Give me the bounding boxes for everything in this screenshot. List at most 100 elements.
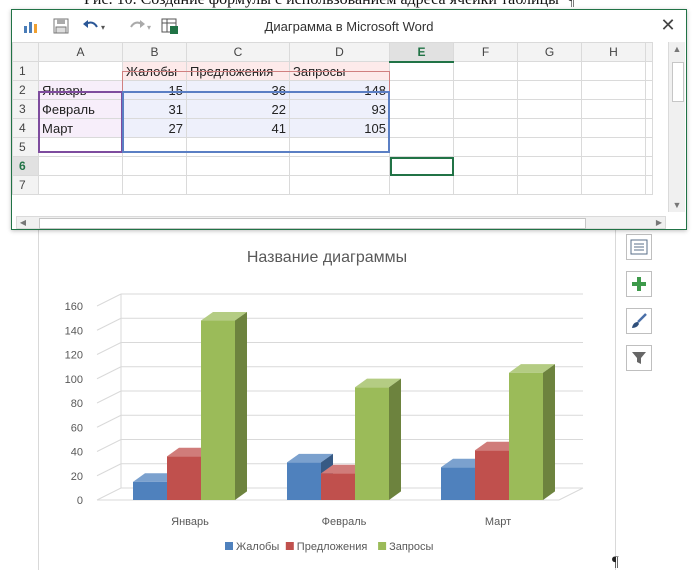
- cell-h1[interactable]: [581, 61, 646, 81]
- cell-b2[interactable]: 15: [122, 80, 187, 100]
- cell-c4[interactable]: 41: [186, 118, 290, 138]
- column-header-g[interactable]: G: [517, 42, 582, 62]
- scroll-up-icon[interactable]: ▲: [669, 42, 685, 56]
- cell-e3[interactable]: [389, 99, 454, 119]
- cell-g4[interactable]: [517, 118, 582, 138]
- bar-front: [355, 387, 389, 500]
- spreadsheet-grid[interactable]: ABCDEFGH 1 Жалобы Предложения Запросы 2 Январ…: [12, 42, 668, 212]
- cell-c1[interactable]: Предложения: [186, 61, 290, 81]
- chart-filters-button[interactable]: [626, 345, 652, 371]
- cell-overflow[interactable]: [645, 118, 653, 138]
- layout-options-button[interactable]: [626, 234, 652, 260]
- row-header[interactable]: 6: [12, 156, 39, 176]
- cell-h6[interactable]: [581, 156, 646, 176]
- cell-overflow[interactable]: [645, 156, 653, 176]
- cell-g5[interactable]: [517, 137, 582, 157]
- cell-a4[interactable]: Март: [38, 118, 123, 138]
- cell-c2[interactable]: 36: [186, 80, 290, 100]
- cell-c7[interactable]: [186, 175, 290, 195]
- cell-a3[interactable]: Февраль: [38, 99, 123, 119]
- cell-b4[interactable]: 27: [122, 118, 187, 138]
- column-header-a[interactable]: A: [38, 42, 123, 62]
- cell-g6[interactable]: [517, 156, 582, 176]
- scroll-down-icon[interactable]: ▼: [669, 198, 685, 212]
- cell-f4[interactable]: [453, 118, 518, 138]
- column-header-overflow[interactable]: [645, 42, 653, 62]
- cell-g7[interactable]: [517, 175, 582, 195]
- row-header[interactable]: 4: [12, 118, 39, 138]
- select-all-corner[interactable]: [12, 42, 39, 62]
- cell-a2[interactable]: Январь: [38, 80, 123, 100]
- cell-e5[interactable]: [389, 137, 454, 157]
- row-header[interactable]: 1: [12, 61, 39, 81]
- scroll-left-icon[interactable]: ◀: [17, 217, 29, 228]
- cell-a1[interactable]: [38, 61, 123, 81]
- cell-f5[interactable]: [453, 137, 518, 157]
- horizontal-scrollbar[interactable]: ◀ ▶: [16, 216, 666, 229]
- cell-b6[interactable]: [122, 156, 187, 176]
- cell-g3[interactable]: [517, 99, 582, 119]
- cell-b3[interactable]: 31: [122, 99, 187, 119]
- cell-g1[interactable]: [517, 61, 582, 81]
- cell-f7[interactable]: [453, 175, 518, 195]
- cell-e2[interactable]: [389, 80, 454, 100]
- row-header[interactable]: 3: [12, 99, 39, 119]
- cell-b5[interactable]: [122, 137, 187, 157]
- cell-e7[interactable]: [389, 175, 454, 195]
- cell-d4[interactable]: 105: [289, 118, 390, 138]
- cell-h4[interactable]: [581, 118, 646, 138]
- cell-d2[interactable]: 148: [289, 80, 390, 100]
- chart-area[interactable]: Название диаграммы 0 20 40 60 80 100 120 140 160 Я…: [38, 230, 616, 570]
- column-header-f[interactable]: F: [453, 42, 518, 62]
- cell-g2[interactable]: [517, 80, 582, 100]
- column-header-c[interactable]: C: [186, 42, 290, 62]
- cell-e6[interactable]: [389, 156, 454, 176]
- row-header[interactable]: 7: [12, 175, 39, 195]
- table-row: 1 Жалобы Предложения Запросы: [12, 61, 653, 81]
- gridline-depth: [96, 463, 122, 477]
- cell-d3[interactable]: 93: [289, 99, 390, 119]
- cell-c3[interactable]: 22: [186, 99, 290, 119]
- cell-e4[interactable]: [389, 118, 454, 138]
- cell-c6[interactable]: [186, 156, 290, 176]
- excel-data-window[interactable]: ▾ ▾ Диаграмма в Microsoft Word ✕ ABCDEFG…: [11, 9, 687, 230]
- cell-a7[interactable]: [38, 175, 123, 195]
- column-header-h[interactable]: H: [581, 42, 646, 62]
- cell-b7[interactable]: [122, 175, 187, 195]
- cell-d6[interactable]: [289, 156, 390, 176]
- cell-c5[interactable]: [186, 137, 290, 157]
- cell-d1[interactable]: Запросы: [289, 61, 390, 81]
- cell-d7[interactable]: [289, 175, 390, 195]
- column-header-b[interactable]: B: [122, 42, 187, 62]
- row-header[interactable]: 5: [12, 137, 39, 157]
- chart-elements-button[interactable]: [626, 271, 652, 297]
- x-tick-label: Март: [485, 516, 511, 528]
- close-icon[interactable]: ✕: [658, 15, 678, 35]
- cell-h2[interactable]: [581, 80, 646, 100]
- column-header-d[interactable]: D: [289, 42, 390, 62]
- cell-overflow[interactable]: [645, 99, 653, 119]
- cell-overflow[interactable]: [645, 137, 653, 157]
- cell-b1[interactable]: Жалобы: [122, 61, 187, 81]
- row-header[interactable]: 2: [12, 80, 39, 100]
- cell-overflow[interactable]: [645, 175, 653, 195]
- cell-a6[interactable]: [38, 156, 123, 176]
- cell-h5[interactable]: [581, 137, 646, 157]
- cell-e1[interactable]: [389, 61, 454, 81]
- cell-h7[interactable]: [581, 175, 646, 195]
- cell-overflow[interactable]: [645, 80, 653, 100]
- horizontal-scroll-thumb[interactable]: [39, 218, 586, 229]
- scroll-right-icon[interactable]: ▶: [653, 217, 665, 228]
- cell-d5[interactable]: [289, 137, 390, 157]
- cell-h3[interactable]: [581, 99, 646, 119]
- column-header-e[interactable]: E: [389, 42, 454, 63]
- cell-f2[interactable]: [453, 80, 518, 100]
- cell-a5[interactable]: [38, 137, 123, 157]
- cell-f3[interactable]: [453, 99, 518, 119]
- cell-f1[interactable]: [453, 61, 518, 81]
- cell-f6[interactable]: [453, 156, 518, 176]
- chart-styles-button[interactable]: [626, 308, 652, 334]
- cell-overflow[interactable]: [645, 61, 653, 81]
- vertical-scroll-thumb[interactable]: [672, 62, 684, 102]
- vertical-scrollbar[interactable]: ▲ ▼: [668, 42, 685, 212]
